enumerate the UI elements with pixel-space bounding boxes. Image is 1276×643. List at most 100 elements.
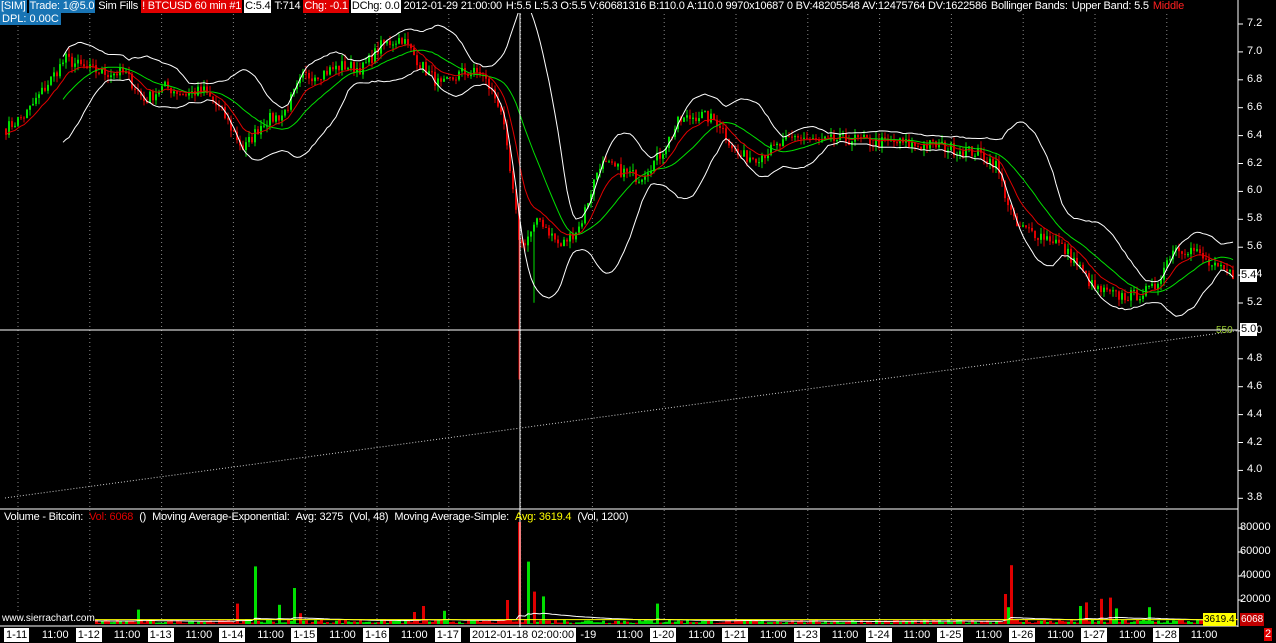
candle-body xyxy=(1025,225,1027,228)
candle-body xyxy=(800,137,802,139)
candle-body xyxy=(248,136,250,143)
ema-avg: Avg: 3275 xyxy=(295,511,344,523)
volume-bar xyxy=(683,623,686,624)
time-label: 11:00 xyxy=(329,629,356,641)
volume-bar xyxy=(827,622,830,624)
time-axis[interactable]: 1-11 11:00 1-12 11:00 1-13 11:00 1-14 11:00 1-15… xyxy=(0,627,1238,643)
volume-bar xyxy=(269,620,272,624)
candle-body xyxy=(1214,262,1216,266)
volume-bar xyxy=(431,622,434,624)
volume-bar xyxy=(593,622,596,624)
candle-body xyxy=(1199,249,1201,253)
candle-body xyxy=(260,125,262,135)
candle-body xyxy=(524,243,526,246)
volume-bar xyxy=(779,622,782,624)
candle-body xyxy=(44,87,46,91)
candle-body xyxy=(620,164,622,177)
volume-bar xyxy=(545,620,548,624)
candle-body xyxy=(1010,205,1012,210)
volume-bar xyxy=(317,621,320,624)
volume-bar xyxy=(560,622,563,624)
time-label: 11:00 xyxy=(257,629,285,641)
symbol-label[interactable]: ! BTCUSD 60 min #1 xyxy=(141,0,243,13)
volume-bar xyxy=(845,621,848,624)
volume-bar xyxy=(425,619,428,624)
volume-bar xyxy=(806,622,809,624)
volume-bar xyxy=(494,622,497,624)
volume-bar xyxy=(944,622,947,624)
candle-body xyxy=(1190,247,1192,255)
volume-bar xyxy=(818,621,821,624)
candle-body xyxy=(530,231,532,237)
candle-body xyxy=(401,38,403,44)
candle-body xyxy=(692,117,694,119)
time-label: 11:00 xyxy=(759,629,787,641)
sim-badge[interactable]: [SIM] xyxy=(0,0,27,13)
volume-bar xyxy=(221,620,224,624)
time-label: 1-16 xyxy=(363,628,390,642)
volume-bar xyxy=(680,621,683,624)
candle-body xyxy=(1169,259,1171,261)
volume-bar xyxy=(788,622,791,624)
candle-body xyxy=(749,157,751,162)
volume-bar xyxy=(197,621,200,624)
candle-body xyxy=(179,93,181,95)
volume-bar xyxy=(122,622,125,624)
candle-body xyxy=(350,62,352,69)
volume-bar xyxy=(1142,619,1145,624)
volume-bar xyxy=(1016,619,1019,624)
volume-bar xyxy=(671,622,674,624)
volume-bar xyxy=(173,623,176,624)
close-value: C:5.4 xyxy=(244,0,272,13)
volume-bar xyxy=(350,622,353,624)
candle-body xyxy=(1187,254,1189,256)
volume-bar xyxy=(1127,622,1130,624)
volume-bar xyxy=(464,623,467,624)
candle-body xyxy=(395,43,397,45)
time-label: 1-20 xyxy=(650,628,677,642)
candle-body xyxy=(65,53,67,63)
volume-bar xyxy=(551,623,554,624)
volume-bar xyxy=(887,621,890,624)
volume-bar xyxy=(632,622,635,624)
candle-body xyxy=(50,76,52,85)
volume-bar xyxy=(881,622,884,624)
candle-body xyxy=(764,155,766,159)
candle-body xyxy=(539,218,541,220)
price-tick-label: 7.2 xyxy=(1247,17,1263,29)
time-label: 11:00 xyxy=(975,629,1003,641)
price-chart[interactable] xyxy=(0,0,1276,643)
sma-name: Moving Average-Simple: xyxy=(394,511,509,523)
volume-bar xyxy=(899,622,902,624)
volume-header: Volume - Bitcoin: Vol: 6068 () Moving Avera… xyxy=(4,511,634,523)
candle-body xyxy=(827,136,829,138)
candle-body xyxy=(713,113,715,120)
volume-bar xyxy=(329,623,332,624)
volume-bar xyxy=(1178,620,1181,624)
chart-number-badge[interactable]: 2 xyxy=(1264,628,1273,641)
volume-bar xyxy=(803,622,806,624)
volume-tick-label: 60000 xyxy=(1240,545,1271,557)
candle-body xyxy=(773,144,775,146)
candle-body xyxy=(449,77,451,79)
candle-body xyxy=(353,62,355,73)
volume-bar xyxy=(701,620,704,624)
candle-body xyxy=(413,48,415,56)
volume-bar xyxy=(158,622,161,624)
volume-bar xyxy=(353,621,356,624)
trade-position[interactable]: Trade: 1@5.0 xyxy=(28,0,96,13)
candle-body xyxy=(533,224,535,232)
candle-body xyxy=(1124,293,1126,301)
candle-body xyxy=(1049,236,1051,242)
volume-bar xyxy=(296,623,299,624)
candle-body xyxy=(722,127,724,129)
volume-bar xyxy=(398,620,401,624)
candle-body xyxy=(98,72,100,74)
volume-bar xyxy=(980,621,983,624)
candle-body xyxy=(683,117,685,122)
volume-bar xyxy=(770,622,773,624)
candle-body xyxy=(68,53,70,57)
volume-bar xyxy=(851,620,854,624)
volume-bar xyxy=(752,620,755,624)
candle-body xyxy=(1112,290,1114,292)
